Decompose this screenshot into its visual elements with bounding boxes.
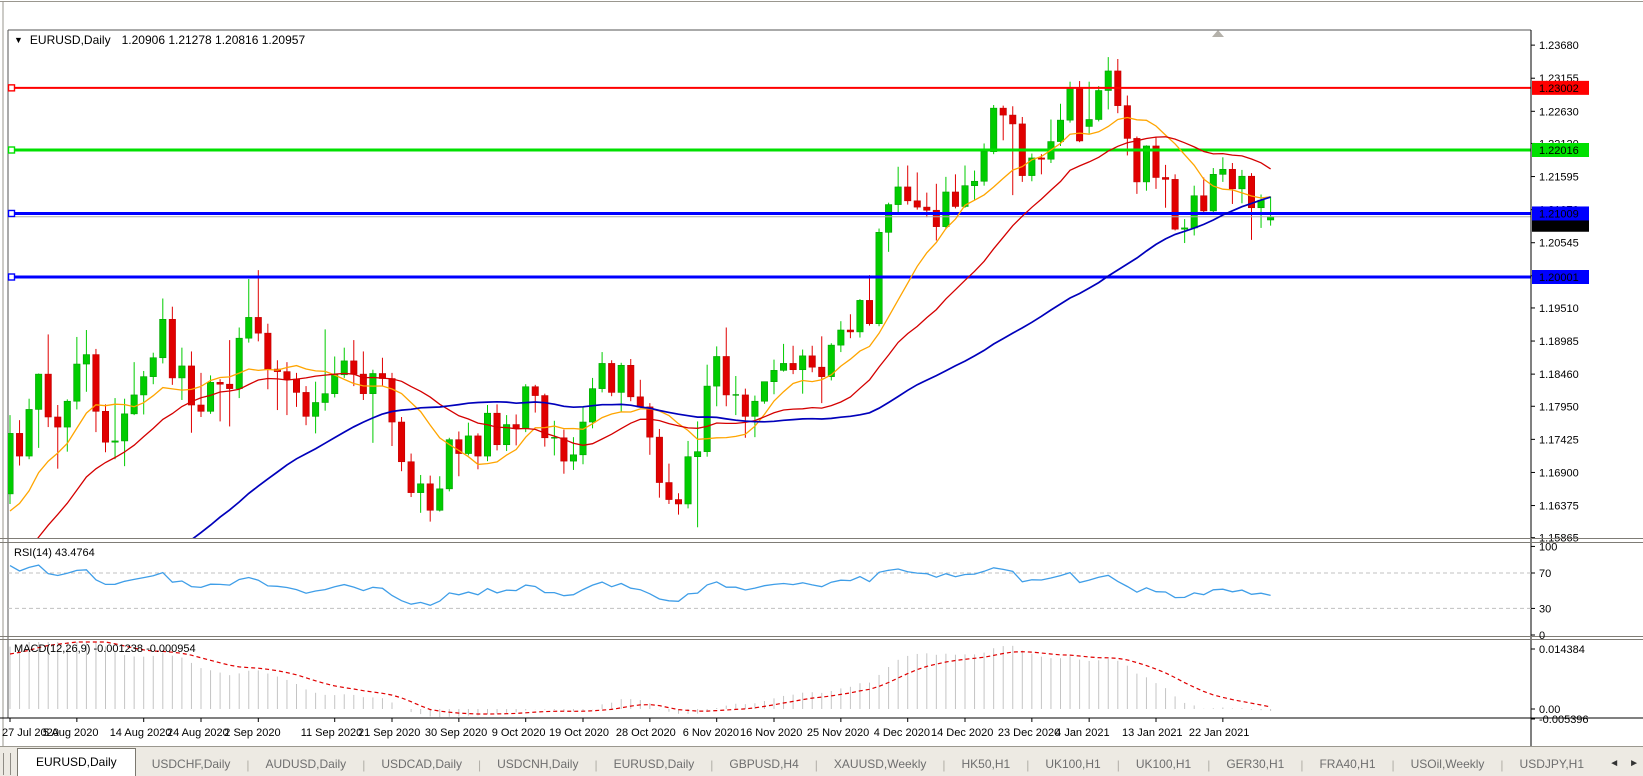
price-tick-label: 1.17425 <box>1539 434 1579 446</box>
price-tick-label: 1.18460 <box>1539 369 1579 381</box>
line-anchor-handle[interactable] <box>9 274 15 280</box>
date-tick-label: 21 Sep 2020 <box>358 727 420 739</box>
price-line-tag-1.21009: 1.21009 <box>1532 206 1589 220</box>
chart-tab-AUDUSD-Daily[interactable]: AUDUSD,Daily <box>250 752 363 776</box>
chart-tab-UK100-H1[interactable]: UK100,H1 <box>1029 752 1116 776</box>
chart-tab-GBPUSD-H4[interactable]: GBPUSD,H4 <box>713 752 814 776</box>
date-tick-label: 4 Jan 2021 <box>1055 727 1109 739</box>
line-anchor-handle[interactable] <box>9 147 15 153</box>
chart-tab-GER30-H1[interactable]: GER30,H1 <box>1210 752 1300 776</box>
price-tick-label: 1.16375 <box>1539 501 1579 513</box>
chart-tab-USDJPY-H1[interactable]: USDJPY,H1 <box>1504 752 1587 776</box>
chart-tab-FRA40-H1[interactable]: FRA40,H1 <box>1303 752 1391 776</box>
tab-scroll-right-button[interactable]: ► <box>1629 758 1639 769</box>
chart-tab-USDCNH-Daily[interactable]: USDCNH,Daily <box>481 752 594 776</box>
price-tick-label: 1.23680 <box>1539 40 1579 52</box>
tab-scroll-left-button[interactable]: ◄ <box>1609 758 1619 769</box>
svg-text:70: 70 <box>1539 568 1551 580</box>
date-tick-label: 19 Oct 2020 <box>549 727 609 739</box>
svg-text:1.20001: 1.20001 <box>1539 272 1579 284</box>
svg-text:-0.005396: -0.005396 <box>1539 714 1589 726</box>
svg-text:1.22016: 1.22016 <box>1539 145 1579 157</box>
date-tick-label: 14 Dec 2020 <box>931 727 993 739</box>
price-tick-label: 1.21595 <box>1539 172 1579 184</box>
date-tick-label: 13 Jan 2021 <box>1122 727 1183 739</box>
price-line-tag-1.20001: 1.20001 <box>1532 270 1589 284</box>
date-tick-label: 24 Aug 2020 <box>167 727 229 739</box>
price-tick-label: 1.20545 <box>1539 238 1579 250</box>
svg-text:1.20957: 1.20957 <box>1539 220 1579 232</box>
chart-canvas[interactable]: 1.236801.231551.226301.221201.215951.210… <box>0 0 1643 746</box>
date-tick-label: 30 Sep 2020 <box>425 727 487 739</box>
price-line-tag-1.23002: 1.23002 <box>1532 81 1589 95</box>
chart-title: ▼ EURUSD,Daily 1.20906 1.21278 1.20816 1… <box>14 33 305 47</box>
chart-tab-USOil-Weekly[interactable]: USOil,Weekly <box>1395 752 1501 776</box>
date-tick-label: 23 Dec 2020 <box>998 727 1060 739</box>
date-tick-label: 22 Jan 2021 <box>1189 727 1250 739</box>
date-tick-label: 5 Aug 2020 <box>43 727 99 739</box>
chart-tab-EURUSD-Daily[interactable]: EURUSD,Daily <box>17 748 136 776</box>
price-tick-label: 1.22630 <box>1539 106 1579 118</box>
macd-label: MACD(12,26,9) -0.001238 -0.000954 <box>14 643 196 655</box>
svg-text:1.23002: 1.23002 <box>1539 83 1579 95</box>
date-tick-label: 6 Nov 2020 <box>683 727 739 739</box>
chart-tab-USDCHF-Daily[interactable]: USDCHF,Daily <box>136 752 247 776</box>
chart-tab-XAUUSD-Weekly[interactable]: XAUUSD,Weekly <box>818 752 942 776</box>
chart-tab-HK50-H1[interactable]: HK50,H1 <box>945 752 1026 776</box>
chart-tab-bar: EURUSD,DailyUSDCHF,Daily|AUDUSD,Daily|US… <box>0 746 1643 776</box>
date-tick-label: 25 Nov 2020 <box>807 727 869 739</box>
svg-text:0.014384: 0.014384 <box>1539 644 1585 656</box>
chart-tab-EURUSD-Daily[interactable]: EURUSD,Daily <box>598 752 711 776</box>
date-tick-label: 11 Sep 2020 <box>301 727 363 739</box>
svg-text:100: 100 <box>1539 541 1557 553</box>
chart-tab-UK100-H1[interactable]: UK100,H1 <box>1120 752 1207 776</box>
line-anchor-handle[interactable] <box>9 210 15 216</box>
svg-text:0: 0 <box>1539 630 1545 642</box>
chart-ohlc-values: 1.20906 1.21278 1.20816 1.20957 <box>122 33 306 47</box>
chart-symbol-label: EURUSD,Daily <box>30 33 111 47</box>
date-tick-label: 28 Oct 2020 <box>616 727 676 739</box>
price-tick-label: 1.16900 <box>1539 467 1579 479</box>
tabbar-grip[interactable] <box>3 753 11 775</box>
date-tick-label: 4 Dec 2020 <box>874 727 930 739</box>
date-tick-label: 9 Oct 2020 <box>492 727 546 739</box>
price-line-tag-1.22016: 1.22016 <box>1532 143 1589 157</box>
svg-text:1.21009: 1.21009 <box>1539 208 1579 220</box>
price-tick-label: 1.19510 <box>1539 303 1579 315</box>
date-tick-label: 14 Aug 2020 <box>110 727 172 739</box>
date-tick-label: 16 Nov 2020 <box>740 727 802 739</box>
price-tick-label: 1.18985 <box>1539 336 1579 348</box>
date-tick-label: 2 Sep 2020 <box>224 727 280 739</box>
mt4-window: ▼ M1M5M15M30H1H4D1W1MN ▼ EURUSD,Daily 1.… <box>0 0 1643 776</box>
chart-tab-USDCAD-Daily[interactable]: USDCAD,Daily <box>365 752 478 776</box>
rsi-label: RSI(14) 43.4764 <box>14 547 95 559</box>
svg-text:30: 30 <box>1539 603 1551 615</box>
price-tick-label: 1.17950 <box>1539 401 1579 413</box>
symbol-menu-icon[interactable]: ▼ <box>14 35 23 45</box>
line-anchor-handle[interactable] <box>9 85 15 91</box>
